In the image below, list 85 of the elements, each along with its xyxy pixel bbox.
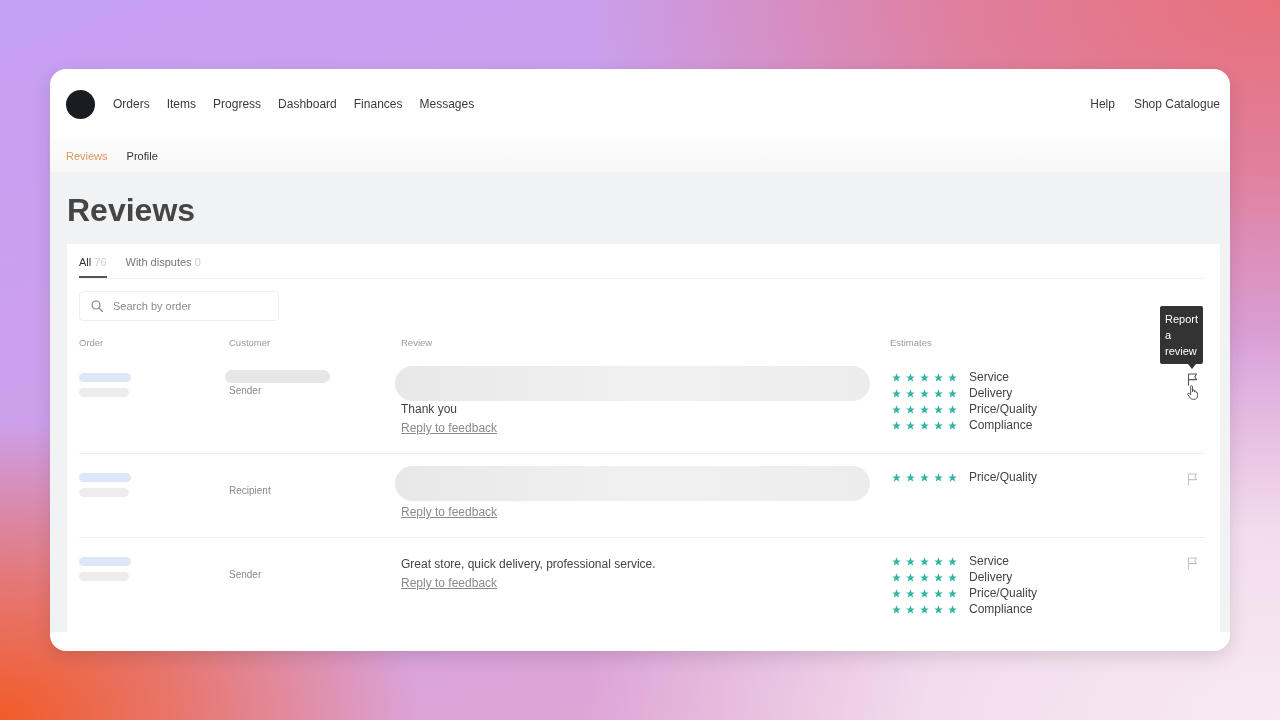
rating-label: Delivery	[969, 569, 1013, 585]
subnav-tab[interactable]: Profile	[126, 148, 158, 163]
star-icon	[920, 420, 929, 430]
nav-link[interactable]: Progress	[213, 96, 262, 112]
star-icon	[892, 388, 901, 398]
column-header: Order	[79, 337, 105, 349]
blurred-text	[79, 473, 131, 482]
star-icon	[906, 388, 915, 398]
star-icon	[892, 404, 901, 414]
review-text: Thank you	[401, 401, 458, 417]
reply-link[interactable]: Reply to feedback	[401, 420, 498, 436]
star-icon	[920, 404, 929, 414]
nav-link[interactable]: Dashboard	[278, 96, 337, 112]
rating-label: Service	[969, 369, 1009, 385]
star-icon	[920, 556, 929, 566]
customer-role: Sender	[229, 568, 262, 582]
star-icon	[934, 572, 943, 582]
star-icon	[934, 372, 943, 382]
column-header: Customer	[229, 337, 272, 349]
column-header: Estimates	[890, 337, 933, 349]
star-icon	[906, 556, 915, 566]
star-icon	[892, 588, 901, 598]
logo-icon[interactable]	[66, 89, 95, 119]
star-icon	[934, 588, 943, 598]
customer-role: Recipient	[229, 484, 271, 498]
tooltip: Report a review	[1159, 306, 1203, 369]
star-icon	[920, 604, 929, 614]
star-icon	[906, 588, 915, 598]
star-icon	[892, 604, 901, 614]
star-icon	[906, 604, 915, 614]
star-icon	[920, 472, 929, 482]
star-icon	[948, 604, 957, 614]
star-icon	[920, 372, 929, 382]
star-icon	[920, 588, 929, 598]
review-text: Great store, quick delivery, professional service.	[401, 556, 656, 572]
star-icon	[934, 556, 943, 566]
star-icon	[906, 404, 915, 414]
nav-link[interactable]: Orders	[113, 96, 150, 112]
star-icon	[906, 472, 915, 482]
search-field[interactable]: Search by order	[79, 291, 279, 321]
rating-label: Compliance	[969, 601, 1033, 617]
nav-link[interactable]: Messages	[419, 96, 475, 112]
rating-label: Delivery	[969, 385, 1013, 401]
rating-label: Price/Quality	[969, 401, 1038, 417]
rating-label: Price/Quality	[969, 585, 1038, 601]
star-icon	[948, 472, 957, 482]
column-header: Review	[401, 337, 434, 349]
hand-cursor-icon	[1187, 385, 1198, 400]
star-icon	[948, 372, 957, 382]
nav-link[interactable]: Help	[1090, 96, 1115, 112]
star-icon	[892, 556, 901, 566]
star-icon	[920, 388, 929, 398]
star-icon	[892, 420, 901, 430]
star-icon	[948, 572, 957, 582]
page-title: Reviews	[67, 191, 196, 229]
star-icon	[906, 420, 915, 430]
nav-link[interactable]: Shop Catalogue	[1133, 96, 1220, 112]
star-icon	[906, 572, 915, 582]
rating-label: Service	[969, 553, 1009, 569]
star-icon	[892, 472, 901, 482]
star-icon	[948, 388, 957, 398]
star-icon	[892, 372, 901, 382]
blurred-text	[79, 373, 131, 382]
star-icon	[892, 572, 901, 582]
nav-link[interactable]: Items	[166, 96, 197, 112]
star-icon	[906, 372, 915, 382]
search-icon	[91, 300, 103, 312]
blurred-text	[79, 557, 131, 566]
star-icon	[934, 388, 943, 398]
rating-label: Price/Quality	[969, 469, 1038, 485]
reply-link[interactable]: Reply to feedback	[401, 504, 498, 520]
star-icon	[948, 404, 957, 414]
rating-label: Compliance	[969, 417, 1033, 433]
star-icon	[948, 556, 957, 566]
star-icon	[934, 604, 943, 614]
reply-link[interactable]: Reply to feedback	[401, 575, 498, 591]
star-icon	[934, 420, 943, 430]
star-icon	[934, 472, 943, 482]
customer-role: Sender	[229, 384, 262, 398]
nav-link[interactable]: Finances	[353, 96, 403, 112]
flag-icon[interactable]	[1187, 373, 1198, 386]
star-icon	[948, 588, 957, 598]
star-icon	[920, 572, 929, 582]
star-icon	[934, 404, 943, 414]
star-icon	[948, 420, 957, 430]
